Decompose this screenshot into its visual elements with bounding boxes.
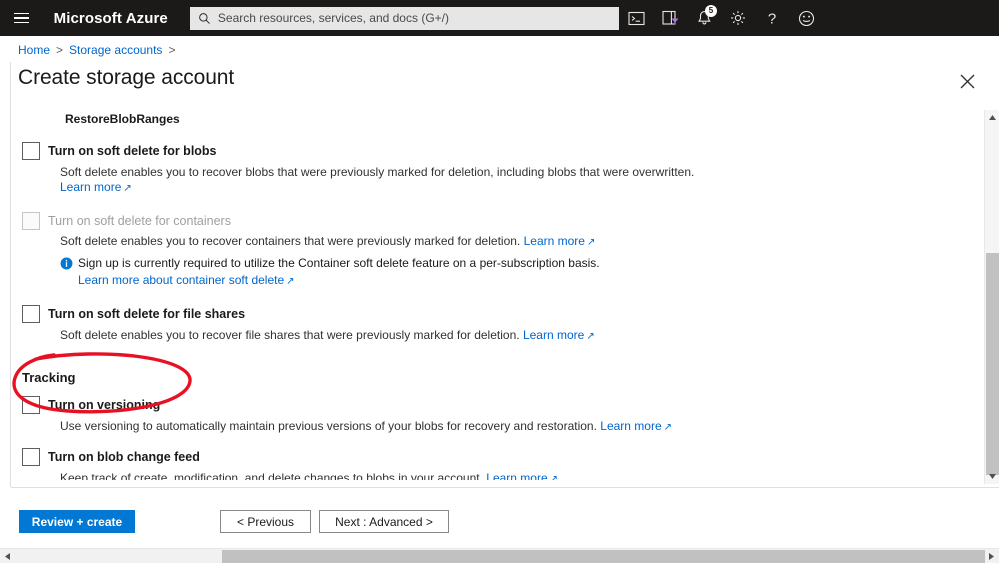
option-versioning: Turn on versioning Use versioning to aut…	[11, 396, 975, 435]
description-text: Soft delete enables you to recover file …	[60, 328, 520, 342]
horizontal-scrollbar[interactable]	[0, 548, 999, 563]
learn-more-link-versioning[interactable]: Learn more ↗	[600, 419, 672, 433]
scroll-up-arrow[interactable]	[985, 110, 999, 125]
search-input[interactable]	[217, 8, 611, 28]
description-versioning: Use versioning to automatically maintain…	[60, 419, 975, 435]
label-blob-change-feed: Turn on blob change feed	[48, 450, 200, 464]
restore-blob-ranges-label: RestoreBlobRanges	[65, 112, 180, 126]
description-soft-delete-file-shares: Soft delete enables you to recover file …	[60, 328, 975, 344]
directory-filter-icon[interactable]	[653, 0, 687, 36]
description-soft-delete-containers: Soft delete enables you to recover conta…	[60, 234, 975, 250]
external-link-icon: ↗	[663, 422, 673, 433]
cloud-shell-icon[interactable]	[619, 0, 653, 36]
container-signup-info: Sign up is currently required to utilize…	[60, 256, 975, 271]
blade-footer: Review + create < Previous Next : Advanc…	[0, 488, 999, 548]
description-text: Keep track of create, modification, and …	[60, 471, 483, 480]
notification-count-badge: 5	[705, 5, 717, 17]
feedback-smiley-icon[interactable]	[789, 0, 823, 36]
breadcrumb-separator: >	[56, 43, 64, 57]
blade-content-area: RestoreBlobRanges Turn on soft delete fo…	[11, 104, 975, 480]
description-text: Soft delete enables you to recover blobs…	[60, 165, 695, 179]
info-circle-icon	[60, 257, 73, 270]
option-soft-delete-file-shares: Turn on soft delete for file shares Soft…	[11, 305, 975, 344]
external-link-icon: ↗	[123, 183, 132, 194]
learn-more-link-file-shares[interactable]: Learn more ↗	[523, 328, 595, 342]
option-soft-delete-blobs: Turn on soft delete for blobs Soft delet…	[11, 142, 975, 196]
svg-text:?: ?	[768, 10, 776, 27]
breadcrumb-separator-2: >	[168, 43, 176, 57]
tracking-section-heading: Tracking	[22, 370, 76, 385]
scroll-left-arrow[interactable]	[1, 549, 14, 563]
description-soft-delete-blobs: Soft delete enables you to recover blobs…	[60, 165, 975, 196]
checkbox-blob-change-feed[interactable]	[22, 448, 40, 466]
learn-more-link-blobs[interactable]: Learn more ↗	[60, 180, 132, 194]
global-search-box[interactable]	[189, 6, 619, 30]
description-text: Soft delete enables you to recover conta…	[60, 234, 521, 248]
previous-button[interactable]: < Previous	[220, 510, 311, 533]
container-soft-delete-link-row: Learn more about container soft delete ↗	[78, 273, 975, 289]
external-link-icon: ↗	[586, 237, 596, 248]
notifications-bell-icon[interactable]: 5	[687, 0, 721, 36]
checkbox-versioning[interactable]	[22, 396, 40, 414]
checkbox-soft-delete-containers	[22, 212, 40, 230]
breadcrumb-item-storage-accounts[interactable]: Storage accounts	[69, 43, 162, 57]
option-soft-delete-containers: Turn on soft delete for containers Soft …	[11, 212, 975, 289]
label-soft-delete-blobs: Turn on soft delete for blobs	[48, 144, 217, 158]
review-create-button[interactable]: Review + create	[19, 510, 135, 533]
top-navigation-bar: Microsoft Azure Search resources, servic…	[0, 0, 999, 36]
learn-more-link-change-feed[interactable]: Learn more ↗	[486, 471, 558, 480]
external-link-icon: ↗	[549, 474, 559, 480]
learn-more-link-containers[interactable]: Learn more ↗	[524, 234, 596, 248]
top-nav-icon-group: 5 ?	[619, 0, 999, 36]
horizontal-scrollbar-thumb[interactable]	[222, 550, 985, 563]
external-link-icon: ↗	[586, 331, 595, 342]
learn-more-about-container-soft-delete-link[interactable]: Learn more about container soft delete ↗	[78, 273, 295, 287]
vertical-scrollbar-thumb[interactable]	[986, 253, 999, 475]
label-soft-delete-containers: Turn on soft delete for containers	[48, 214, 231, 228]
search-icon	[199, 12, 210, 24]
container-signup-info-text: Sign up is currently required to utilize…	[78, 256, 600, 270]
label-versioning: Turn on versioning	[48, 398, 161, 412]
breadcrumb: Home > Storage accounts >	[18, 43, 175, 57]
azure-brand-label[interactable]: Microsoft Azure	[54, 10, 168, 27]
scroll-down-arrow[interactable]	[985, 469, 999, 484]
page-title: Create storage account	[18, 66, 235, 89]
checkbox-soft-delete-blobs[interactable]	[22, 142, 40, 160]
external-link-icon: ↗	[286, 276, 295, 287]
next-advanced-button[interactable]: Next : Advanced >	[319, 510, 449, 533]
label-soft-delete-file-shares: Turn on soft delete for file shares	[48, 307, 246, 321]
checkbox-soft-delete-file-shares[interactable]	[22, 305, 40, 323]
close-icon[interactable]	[956, 70, 978, 92]
settings-gear-icon[interactable]	[721, 0, 755, 36]
description-blob-change-feed: Keep track of create, modification, and …	[60, 471, 975, 480]
option-blob-change-feed: Turn on blob change feed Keep track of c…	[11, 448, 975, 480]
help-question-icon[interactable]: ?	[755, 0, 789, 36]
scroll-right-arrow[interactable]	[985, 549, 998, 563]
hamburger-menu-icon[interactable]	[0, 0, 44, 36]
vertical-scrollbar[interactable]	[984, 110, 999, 484]
description-text: Use versioning to automatically maintain…	[60, 419, 597, 433]
breadcrumb-item-home[interactable]: Home	[18, 43, 50, 57]
